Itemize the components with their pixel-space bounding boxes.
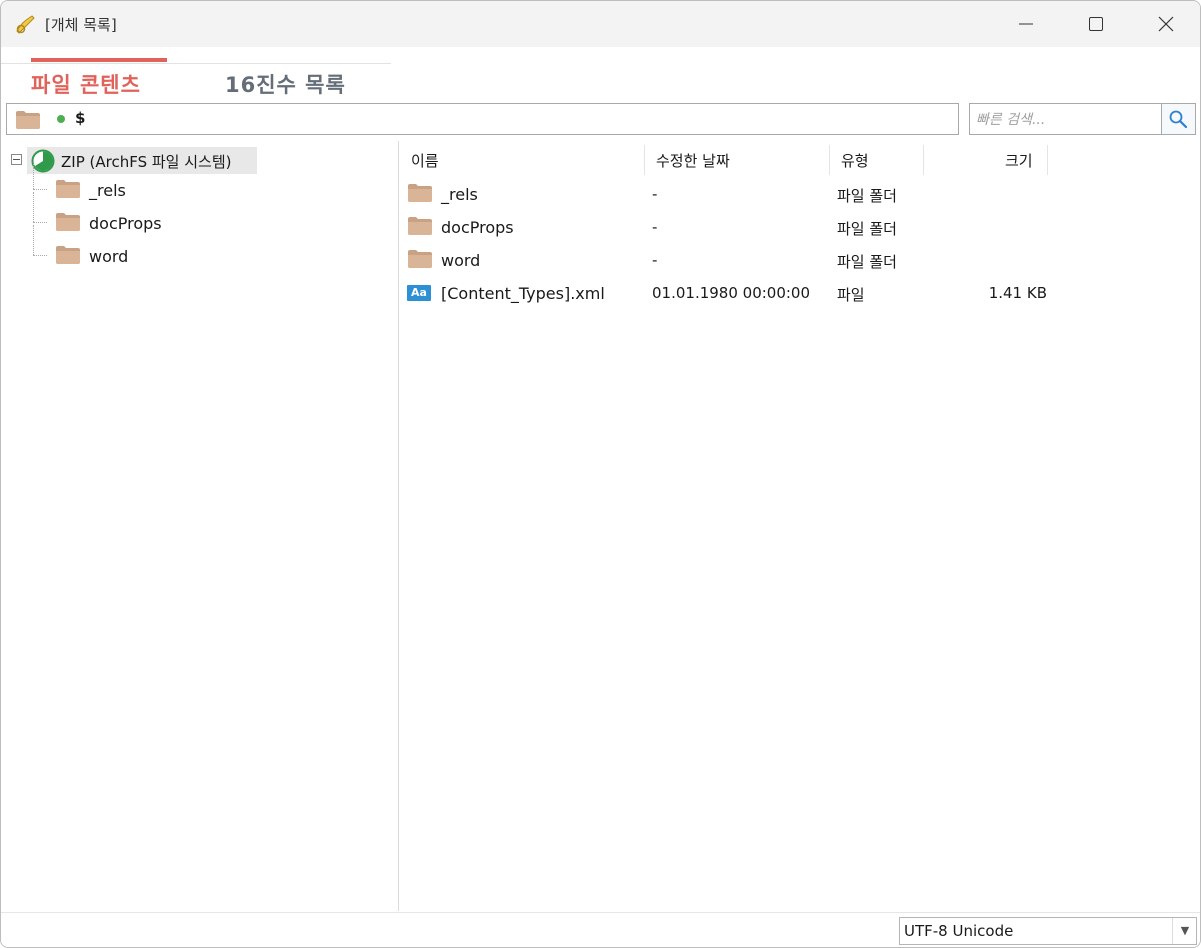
table-row[interactable]: _rels - 파일 폴더 bbox=[399, 178, 1199, 211]
tree-item-label: word bbox=[89, 247, 129, 266]
cell-size: 1.41 KB bbox=[988, 284, 1047, 302]
tab-divider bbox=[1, 63, 391, 64]
folder-icon bbox=[56, 246, 80, 264]
application-window: [개체 목록] 파일 콘텐츠 16진수 목록 $ 빠른 검색... ZIP (A… bbox=[0, 0, 1201, 948]
folder-tree: ZIP (ArchFS 파일 시스템) _rels docProps word bbox=[1, 141, 398, 911]
app-icon bbox=[14, 12, 38, 36]
column-header-name[interactable]: 이름 bbox=[411, 150, 439, 171]
minimize-button[interactable] bbox=[991, 1, 1061, 47]
tree-item-label: docProps bbox=[89, 214, 162, 233]
status-bar: UTF-8 Unicode ▼ bbox=[1, 912, 1200, 947]
file-list: 이름 수정한 날짜 유형 크기 _rels - 파일 폴더 docProps -… bbox=[399, 141, 1200, 911]
tab-hex-list[interactable]: 16진수 목록 bbox=[225, 69, 346, 99]
tab-file-contents[interactable]: 파일 콘텐츠 bbox=[31, 69, 141, 99]
tree-line bbox=[33, 189, 47, 191]
quick-search-box[interactable] bbox=[969, 103, 1163, 135]
folder-icon bbox=[56, 180, 80, 198]
maximize-button[interactable] bbox=[1061, 1, 1131, 47]
search-icon bbox=[1169, 110, 1188, 129]
maximize-icon bbox=[1089, 17, 1103, 31]
column-header-date[interactable]: 수정한 날짜 bbox=[656, 150, 730, 171]
column-separator[interactable] bbox=[1047, 145, 1048, 175]
dropdown-arrow-icon[interactable]: ▼ bbox=[1172, 918, 1197, 944]
cell-name: _rels bbox=[441, 185, 478, 204]
cell-type: 파일 폴더 bbox=[837, 253, 897, 271]
close-icon bbox=[1158, 16, 1174, 32]
folder-icon bbox=[16, 111, 40, 129]
cell-name: docProps bbox=[441, 218, 514, 237]
title-bar[interactable]: [개체 목록] bbox=[1, 1, 1200, 47]
tree-root-label: ZIP (ArchFS 파일 시스템) bbox=[61, 153, 232, 171]
cell-date: 01.01.1980 00:00:00 bbox=[652, 284, 811, 302]
cell-type: 파일 bbox=[837, 286, 865, 304]
column-separator[interactable] bbox=[644, 145, 645, 175]
table-row[interactable]: docProps - 파일 폴더 bbox=[399, 211, 1199, 244]
tree-line bbox=[33, 192, 35, 222]
encoding-select[interactable]: UTF-8 Unicode ▼ bbox=[899, 917, 1197, 945]
column-header-row: 이름 수정한 날짜 유형 크기 bbox=[399, 141, 1199, 177]
cell-name: word bbox=[441, 251, 481, 270]
tree-root-selected[interactable]: ZIP (ArchFS 파일 시스템) bbox=[27, 147, 257, 174]
table-row[interactable]: Aa [Content_Types].xml 01.01.1980 00:00:… bbox=[399, 277, 1199, 310]
tree-item-word[interactable]: word bbox=[1, 225, 391, 271]
cell-name: [Content_Types].xml bbox=[441, 284, 605, 303]
tree-item-label: _rels bbox=[89, 181, 126, 200]
column-header-size[interactable]: 크기 bbox=[1005, 150, 1033, 171]
cell-type: 파일 폴더 bbox=[837, 187, 897, 205]
path-bar[interactable]: $ bbox=[6, 103, 959, 135]
text-file-icon: Aa bbox=[407, 285, 431, 301]
tab-bar: 파일 콘텐츠 16진수 목록 bbox=[1, 47, 391, 101]
column-separator[interactable] bbox=[923, 145, 924, 175]
cell-date: - bbox=[652, 251, 658, 269]
column-header-type[interactable]: 유형 bbox=[841, 150, 869, 171]
minimize-icon bbox=[1019, 23, 1033, 25]
cell-type: 파일 폴더 bbox=[837, 220, 897, 238]
folder-icon bbox=[408, 250, 432, 268]
tree-item-docprops[interactable]: docProps bbox=[1, 192, 391, 238]
tree-line bbox=[33, 225, 35, 255]
status-dot bbox=[57, 115, 65, 123]
folder-icon bbox=[408, 217, 432, 235]
close-button[interactable] bbox=[1131, 1, 1200, 47]
active-tab-indicator bbox=[31, 58, 167, 62]
cell-date: - bbox=[652, 218, 658, 236]
tree-line bbox=[33, 255, 47, 257]
search-button[interactable] bbox=[1161, 103, 1196, 135]
encoding-value: UTF-8 Unicode bbox=[904, 922, 1014, 940]
tree-item-rels[interactable]: _rels bbox=[1, 159, 391, 205]
search-input[interactable] bbox=[974, 108, 1158, 132]
collapse-toggle-icon[interactable] bbox=[11, 154, 22, 165]
tree-line bbox=[33, 159, 35, 189]
path-value: $ bbox=[75, 109, 86, 127]
folder-icon bbox=[56, 213, 80, 231]
folder-icon bbox=[408, 184, 432, 202]
cell-date: - bbox=[652, 185, 658, 203]
tree-line bbox=[33, 222, 47, 224]
table-row[interactable]: word - 파일 폴더 bbox=[399, 244, 1199, 277]
window-title: [개체 목록] bbox=[45, 16, 117, 34]
column-separator[interactable] bbox=[829, 145, 830, 175]
